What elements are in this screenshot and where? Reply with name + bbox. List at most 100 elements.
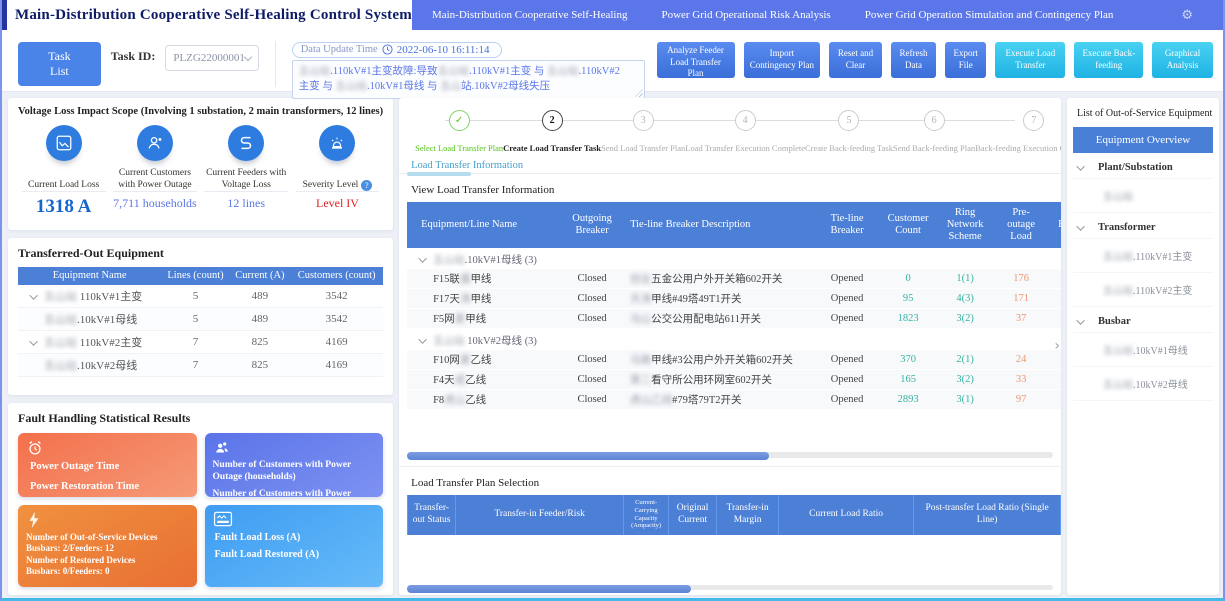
import-contingency-plan-button[interactable]: Import Contingency Plan — [744, 42, 821, 78]
group-count: (3) — [522, 255, 537, 266]
nav-item-2[interactable]: Power Grid Operational Risk Analysis — [661, 9, 830, 21]
expand-caret-icon[interactable] — [1076, 162, 1084, 170]
redacted-text: 五山站 — [433, 255, 465, 266]
table-row[interactable]: 五山站.10kV#2母线78254169 — [18, 353, 383, 376]
column-header: Execution Status — [1046, 202, 1061, 248]
graphical-analysis-button[interactable]: Graphical Analysis — [1152, 42, 1213, 78]
table-row[interactable]: F4天成乙线Closed第二看守所公用环网室602开关Opened1653(2)… — [407, 370, 1061, 390]
column-header: Outgoing Breaker — [557, 202, 627, 248]
table-row[interactable]: F15联盛甲线Closed创业五金公用户外开关箱602开关Opened01(1)… — [407, 269, 1061, 289]
collapse-right-arrow-icon[interactable]: › — [1054, 338, 1060, 354]
tie-breaker-desc-cell: 第二看守所公用环网室602开关 — [627, 370, 812, 390]
expand-caret-icon[interactable] — [418, 336, 426, 344]
line-name-cell: F15联盛甲线 — [407, 269, 557, 289]
step-circle[interactable]: 5 — [838, 110, 859, 131]
impact-metric: Current Feeders with Voltage Loss12 line… — [201, 125, 292, 218]
text-segment: 公交公用配电站611开关 — [651, 314, 761, 325]
horizontal-scrollbar[interactable] — [407, 452, 1053, 457]
equipment-overview-header[interactable]: Equipment Overview — [1073, 127, 1213, 153]
step-circle[interactable]: 4 — [735, 110, 756, 131]
help-icon[interactable]: ? — [361, 180, 372, 191]
text-segment: 五金公用户外开关箱602开关 — [651, 274, 782, 285]
table-row[interactable]: F5网夏甲线Closed马山公交公用配电站611开关Opened18233(2)… — [407, 309, 1061, 329]
impact-scope-title: Voltage Loss Impact Scope (Involving 1 s… — [18, 106, 383, 117]
step-circle[interactable]: ✓ — [449, 110, 470, 131]
task-id-select[interactable]: PLZG22000001 — [165, 45, 259, 71]
ring-scheme-cell: 1(1) — [934, 269, 996, 289]
nav-item-1[interactable]: Main-Distribution Cooperative Self-Heali… — [432, 9, 628, 21]
table-row[interactable]: 五山站 110kV#1主变54893542 — [18, 285, 383, 308]
expand-caret-icon[interactable] — [418, 255, 426, 263]
refresh-data-button[interactable]: Refresh Data — [891, 42, 937, 78]
tab-load-transfer-information[interactable]: Load Transfer Information — [411, 160, 523, 171]
step-label: Create Load Transfer Task — [503, 143, 601, 153]
tree-item[interactable]: 五山站.10kV#2母线 — [1073, 367, 1213, 401]
toolbar: Task List Task ID: PLZG22000001 Data Upd… — [2, 30, 1223, 92]
table-row[interactable]: F17天涛甲线Closed天涛甲线#49塔49T1开关Opened954(3)1… — [407, 289, 1061, 309]
tree-item[interactable]: 五山站.110kV#1主变 — [1073, 239, 1213, 273]
tree-group-transformer[interactable]: Transformer — [1073, 213, 1213, 239]
group-row[interactable]: 五山站.10kV#1母线 (3) — [407, 248, 1061, 269]
fault-stat-line: Busbars: 0/Feeders: 0 — [26, 566, 189, 577]
task-list-button[interactable]: Task List — [18, 42, 101, 86]
text-segment: #79塔79T2开关 — [672, 395, 741, 406]
fault-description-input[interactable]: 五山站.110kV#1主变故障:导致五山站.110kV#1主变 与 五山站.11… — [292, 60, 645, 100]
tree-group-busbar[interactable]: Busbar — [1073, 307, 1213, 333]
gear-icon[interactable]: ⚙ — [1181, 8, 1193, 23]
execution-status-cell: Not Executed — [1046, 390, 1061, 410]
scrollbar-thumb[interactable] — [407, 585, 691, 593]
redacted-text: 虎山 — [444, 395, 465, 406]
expand-caret-icon[interactable] — [1076, 316, 1084, 324]
scrollbar-thumb[interactable] — [407, 452, 769, 460]
step-circle[interactable]: 7 — [1023, 110, 1044, 131]
fault-stats-card: Fault Handling Statistical Results Power… — [8, 403, 393, 595]
execution-status-cell: Not Executed — [1046, 269, 1061, 289]
text-segment: F8 — [433, 395, 444, 406]
expand-caret-icon[interactable] — [29, 337, 37, 345]
tree-item[interactable]: 五山站.10kV#1母线 — [1073, 333, 1213, 367]
execute-back-feeding-button[interactable]: Execute Back-feeding — [1074, 42, 1143, 78]
line-name-cell: F17天涛甲线 — [407, 289, 557, 309]
redacted-text: 五山站 — [299, 66, 331, 77]
table-row[interactable]: 五山站.10kV#1母线54893542 — [18, 307, 383, 330]
impact-metric: Current Load Loss1318 A — [18, 125, 109, 218]
step-circle[interactable]: 2 — [542, 110, 563, 131]
reset-and-clear-button[interactable]: Reset and Clear — [829, 42, 882, 78]
nav-item-3[interactable]: Power Grid Operation Simulation and Cont… — [865, 9, 1114, 21]
tree-item[interactable]: 五山站.110kV#2主变 — [1073, 273, 1213, 307]
step-4: 4Load Transfer Execution Complete — [685, 110, 805, 153]
analyze-feeder-load-transfer-plan-button[interactable]: Analyze Feeder Load Transfer Plan — [657, 42, 735, 78]
metric-value: 12 lines — [227, 196, 265, 211]
horizontal-scrollbar-bottom[interactable] — [407, 585, 1053, 590]
tie-breaker-cell: Opened — [812, 370, 882, 390]
column-header: Current (A) — [230, 267, 290, 285]
lines-cell: 5 — [161, 307, 229, 330]
tree-item[interactable]: 五山站 — [1073, 179, 1213, 213]
tree-group-plant-substation[interactable]: Plant/Substation — [1073, 153, 1213, 179]
load-transfer-section-title: View Load Transfer Information — [399, 174, 1061, 202]
metric-value: 7,711 households — [113, 196, 197, 211]
expand-caret-icon[interactable] — [29, 291, 37, 299]
execute-load-transfer-button[interactable]: Execute Load Transfer — [995, 42, 1065, 78]
export-file-button[interactable]: Export File — [945, 42, 986, 78]
redacted-text: 五山站 — [437, 66, 469, 77]
tie-breaker-cell: Opened — [812, 309, 882, 329]
preoutage-load-cell: 37 — [996, 309, 1046, 329]
step-circle[interactable]: 3 — [633, 110, 654, 131]
step-circle[interactable]: 6 — [924, 110, 945, 131]
group-row[interactable]: 五山站 10kV#2母线 (3) — [407, 329, 1061, 351]
table-row[interactable]: F8虎山乙线Closed虎山乙线#79塔79T2开关Opened28933(1)… — [407, 390, 1061, 410]
fault-stat-line: Number of Restored Devices — [26, 555, 189, 566]
text-segment: .110kV#1主变 与 — [469, 66, 547, 77]
tie-breaker-desc-cell: 创业五金公用户外开关箱602开关 — [627, 269, 812, 289]
step-label: Send Load Transfer Plan — [601, 143, 685, 153]
column-header: Transfer-out Status — [408, 495, 456, 535]
table-row[interactable]: 五山站 110kV#2主变78254169 — [18, 330, 383, 353]
expand-caret-icon[interactable] — [1076, 222, 1084, 230]
text-segment: 110kV#2主变 — [77, 337, 142, 349]
redacted-text: 五山站 — [335, 81, 367, 92]
data-update-area: Data Update Time 2022-06-10 16:11:14 五山站… — [292, 39, 645, 99]
load-transfer-table: Equipment/Line NameOutgoing BreakerTie-l… — [407, 202, 1061, 410]
fault-stat-line: Power Outage Time — [30, 460, 189, 473]
table-row[interactable]: F10网夏乙线Closed马路甲线#3公用户外开关箱602开关Opened370… — [407, 350, 1061, 370]
